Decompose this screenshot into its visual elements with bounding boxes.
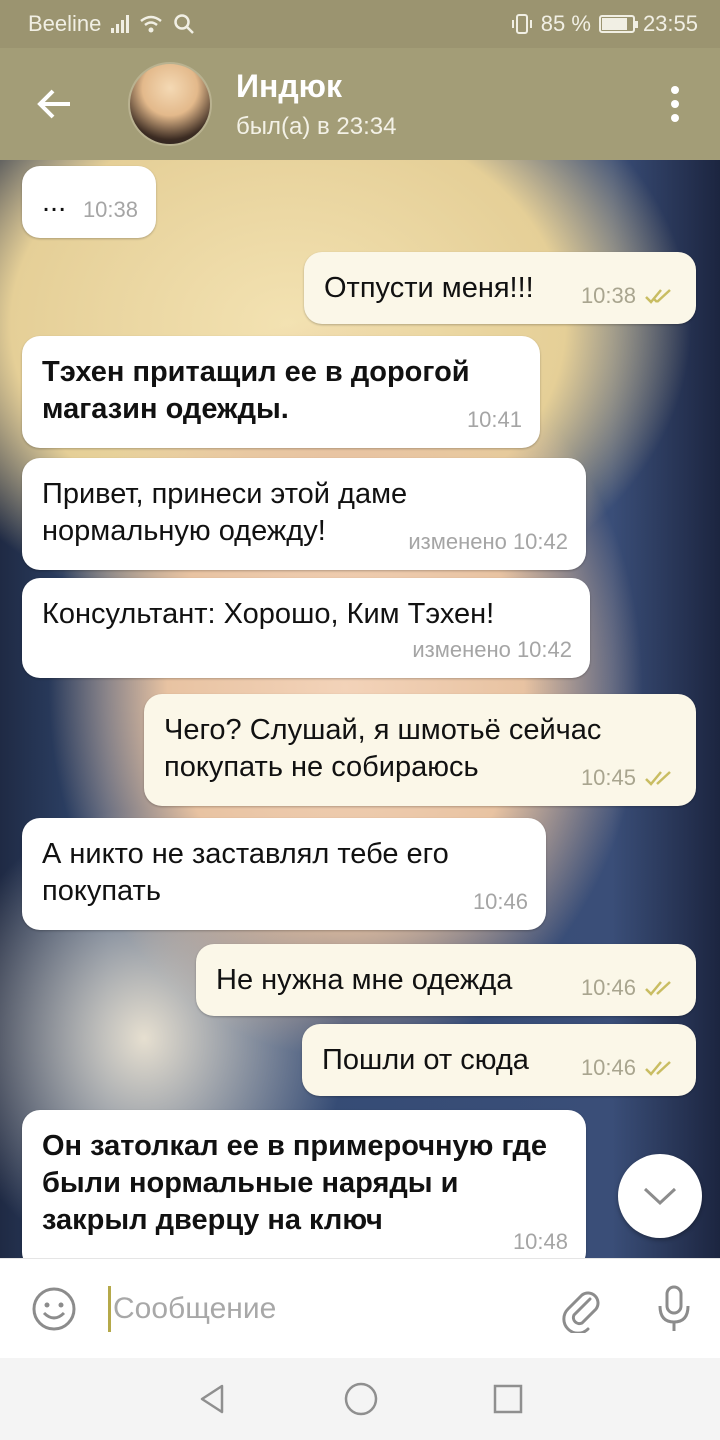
double-check-icon [645, 770, 671, 786]
double-check-icon [645, 1060, 671, 1076]
time-label: 10:46 [580, 1055, 636, 1080]
chevron-down-icon [643, 1187, 677, 1206]
message-bubble[interactable]: Привет, принеси этой даме нормальную оде… [22, 458, 586, 570]
clock: 23:55 [642, 11, 698, 36]
nav-home-icon[interactable] [343, 1381, 379, 1417]
message-time: изменено 10:42 [408, 523, 568, 560]
double-check-icon [645, 980, 671, 996]
time-label: изменено 10:42 [412, 637, 572, 662]
message-time: 10:38 [83, 191, 138, 228]
message-bubble[interactable]: Отпусти меня!!! 10:38 [304, 252, 696, 324]
message-bubble[interactable]: Чего? Слушай, я шмотьё сейчас покупать н… [144, 694, 696, 806]
message-bubble[interactable]: Не нужна мне одежда 10:46 [196, 944, 696, 1016]
message-bubble[interactable]: Он затолкал ее в примерочную где были но… [22, 1110, 586, 1258]
carrier-label: Beeline [28, 11, 102, 36]
attach-button[interactable] [536, 1259, 628, 1359]
signal-icon [111, 15, 130, 33]
message-time: изменено 10:42 [412, 631, 572, 668]
time-label: 10:41 [466, 407, 522, 432]
message-text: Отпусти меня!!! [324, 272, 534, 304]
time-label: 10:48 [512, 1229, 568, 1254]
message-text: Тэхен притащил ее в дорогой магазин одеж… [42, 356, 470, 425]
time-label: 10:45 [580, 765, 636, 790]
more-menu-button[interactable] [630, 48, 720, 160]
vibrate-icon [511, 14, 532, 34]
battery-percent: 85 % [540, 11, 591, 36]
double-check-icon [645, 288, 671, 304]
avatar[interactable] [128, 62, 212, 146]
emoji-icon [32, 1287, 76, 1330]
time-label: изменено 10:42 [408, 529, 568, 554]
emoji-button[interactable] [0, 1259, 108, 1359]
paperclip-icon [562, 1291, 600, 1333]
message-text: Чего? Слушай, я шмотьё сейчас покупать н… [164, 714, 602, 783]
voice-message-button[interactable] [628, 1259, 720, 1359]
time-label: 10:38 [82, 197, 138, 222]
message-time: 10:38 [581, 277, 678, 314]
microphone-icon [658, 1285, 690, 1331]
menu-dot [671, 114, 679, 122]
back-button[interactable] [0, 48, 110, 160]
message-text: ... [42, 186, 67, 218]
nav-back-icon[interactable] [196, 1382, 230, 1416]
menu-dot [671, 100, 679, 108]
battery-icon [598, 15, 638, 33]
more-vertical-icon [671, 86, 679, 94]
message-bubble[interactable]: А никто не заставлял тебе его покупать 1… [22, 818, 546, 930]
search-icon [174, 14, 195, 34]
scroll-down-button[interactable] [618, 1154, 702, 1238]
message-bubble[interactable]: Пошли от сюда 10:46 [302, 1024, 696, 1096]
message-time: 10:46 [473, 883, 528, 920]
message-text: Консультант: Хорошо, Ким Тэхен! [42, 598, 495, 630]
message-bubble[interactable]: ... 10:38 [22, 166, 156, 238]
message-text: Он затолкал ее в примерочную где были но… [42, 1130, 548, 1236]
system-nav-bar [0, 1358, 720, 1440]
message-bubble[interactable]: Консультант: Хорошо, Ким Тэхен! изменено… [22, 578, 590, 678]
time-label: 10:46 [472, 889, 528, 914]
contact-info[interactable]: Индюк был(а) в 23:34 [236, 68, 396, 141]
contact-name: Индюк [236, 67, 342, 104]
arrow-left-icon [37, 89, 70, 119]
message-text: Пошли от сюда [322, 1044, 529, 1076]
chat-header: Индюк был(а) в 23:34 [0, 48, 720, 160]
message-bubble[interactable]: Тэхен притащил ее в дорогой магазин одеж… [22, 336, 540, 448]
chat-area[interactable]: ... 10:38 Отпусти меня!!! 10:38 Тэхен пр… [0, 160, 720, 1258]
message-time: 10:46 [581, 1049, 678, 1086]
message-placeholder: Сообщение [113, 1291, 277, 1325]
message-text: Привет, принеси этой даме нормальную оде… [42, 478, 408, 547]
message-text: Не нужна мне одежда [216, 964, 513, 996]
last-seen: был(а) в 23:34 [236, 112, 397, 140]
text-caret [108, 1285, 111, 1332]
message-time: 10:48 [513, 1223, 568, 1258]
time-label: 10:46 [580, 975, 636, 1000]
message-time: 10:45 [581, 759, 678, 796]
status-bar: Beeline 85 % 23:55 [0, 0, 720, 48]
time-label: 10:38 [580, 283, 636, 308]
message-time: 10:41 [467, 401, 522, 438]
nav-recents-icon[interactable] [492, 1383, 524, 1415]
wifi-icon [140, 15, 163, 33]
message-input[interactable]: Сообщение [108, 1259, 536, 1359]
message-time: 10:46 [581, 969, 678, 1006]
message-input-bar: Сообщение [0, 1258, 720, 1358]
message-text: А никто не заставлял тебе его покупать [42, 838, 449, 907]
